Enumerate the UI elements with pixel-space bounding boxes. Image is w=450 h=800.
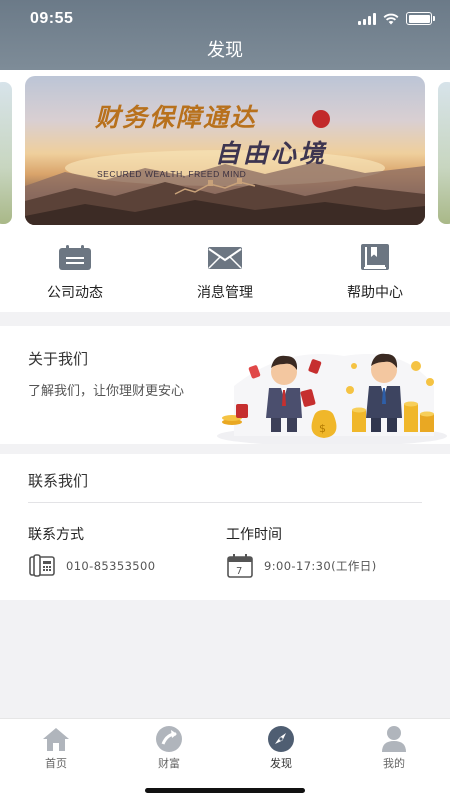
about-title: 关于我们: [28, 350, 89, 368]
tab-label-wealth: 财富: [158, 757, 180, 770]
contact-hours-block: 工作时间 7 9:00-17:30(工作日): [226, 524, 377, 578]
divider: [28, 502, 422, 503]
tab-wealth[interactable]: 财富: [129, 725, 209, 771]
status-time: 09:55: [30, 10, 74, 27]
status-icons: [358, 12, 435, 25]
tab-discover[interactable]: 发现: [241, 725, 321, 771]
page-title: 发现: [207, 40, 243, 61]
banner-headline-1: 财务保障通达: [95, 103, 258, 132]
quick-label-message-management: 消息管理: [197, 285, 253, 301]
banner-carousel[interactable]: 财务保障通达 自由心境 SECURED WEALTH, FREED MIND: [0, 70, 450, 232]
tab-mine[interactable]: 我的: [354, 725, 434, 771]
home-icon: [42, 725, 70, 753]
calendar-icon: [56, 244, 94, 272]
hours-label: 工作时间: [226, 527, 282, 543]
book-icon: [356, 244, 394, 272]
about-us-card[interactable]: 关于我们 了解我们，让你理财更安心 $: [0, 326, 450, 444]
banner-slide[interactable]: 财务保障通达 自由心境 SECURED WEALTH, FREED MIND: [25, 76, 425, 225]
banner-prev-slide[interactable]: [0, 82, 12, 224]
banner-next-slide[interactable]: [438, 82, 450, 224]
banner-headline-2: 自由心境: [215, 139, 328, 168]
working-hours: 9:00-17:30(工作日): [264, 559, 377, 573]
battery-icon: [406, 12, 435, 25]
quick-label-company-news: 公司动态: [47, 285, 103, 301]
tab-label-home: 首页: [45, 757, 67, 770]
phone-label: 联系方式: [28, 527, 84, 543]
cellular-signal-icon: [358, 12, 376, 25]
contact-us-card: 联系我们 联系方式 010-85353500 工作时间 7 9:00-17:30…: [0, 454, 450, 600]
app-header: 09:55 发现: [0, 0, 450, 70]
quick-item-help-center[interactable]: 帮助中心: [300, 232, 450, 312]
seal-stamp-icon: [312, 110, 330, 128]
quick-label-help-center: 帮助中心: [347, 285, 403, 301]
telephone-icon: [29, 554, 55, 577]
user-icon: [380, 725, 408, 753]
quick-item-company-news[interactable]: 公司动态: [0, 232, 150, 312]
tab-home[interactable]: 首页: [16, 725, 96, 771]
calendar-day-number: 7: [236, 566, 242, 577]
businessmen-money-illustration: $: [217, 353, 447, 444]
envelope-icon: [206, 244, 244, 272]
tab-label-discover: 发现: [270, 757, 292, 770]
about-description: 了解我们，让你理财更安心: [28, 384, 185, 399]
quick-item-message-management[interactable]: 消息管理: [150, 232, 300, 312]
wifi-icon: [383, 13, 399, 24]
compass-icon: [267, 725, 295, 753]
contact-title: 联系我们: [28, 472, 89, 490]
banner-subtitle: SECURED WEALTH, FREED MIND: [97, 169, 247, 179]
tab-label-mine: 我的: [383, 757, 405, 770]
contact-phone-block[interactable]: 联系方式 010-85353500: [28, 524, 155, 578]
quick-menu: 公司动态 消息管理 帮助中心: [0, 232, 450, 312]
svg-text:$: $: [319, 422, 326, 435]
wealth-icon: [155, 725, 183, 753]
status-bar: 09:55: [0, 8, 450, 32]
phone-number[interactable]: 010-85353500: [66, 559, 155, 573]
calendar-day-icon: 7: [227, 554, 253, 578]
home-indicator[interactable]: [145, 788, 305, 793]
